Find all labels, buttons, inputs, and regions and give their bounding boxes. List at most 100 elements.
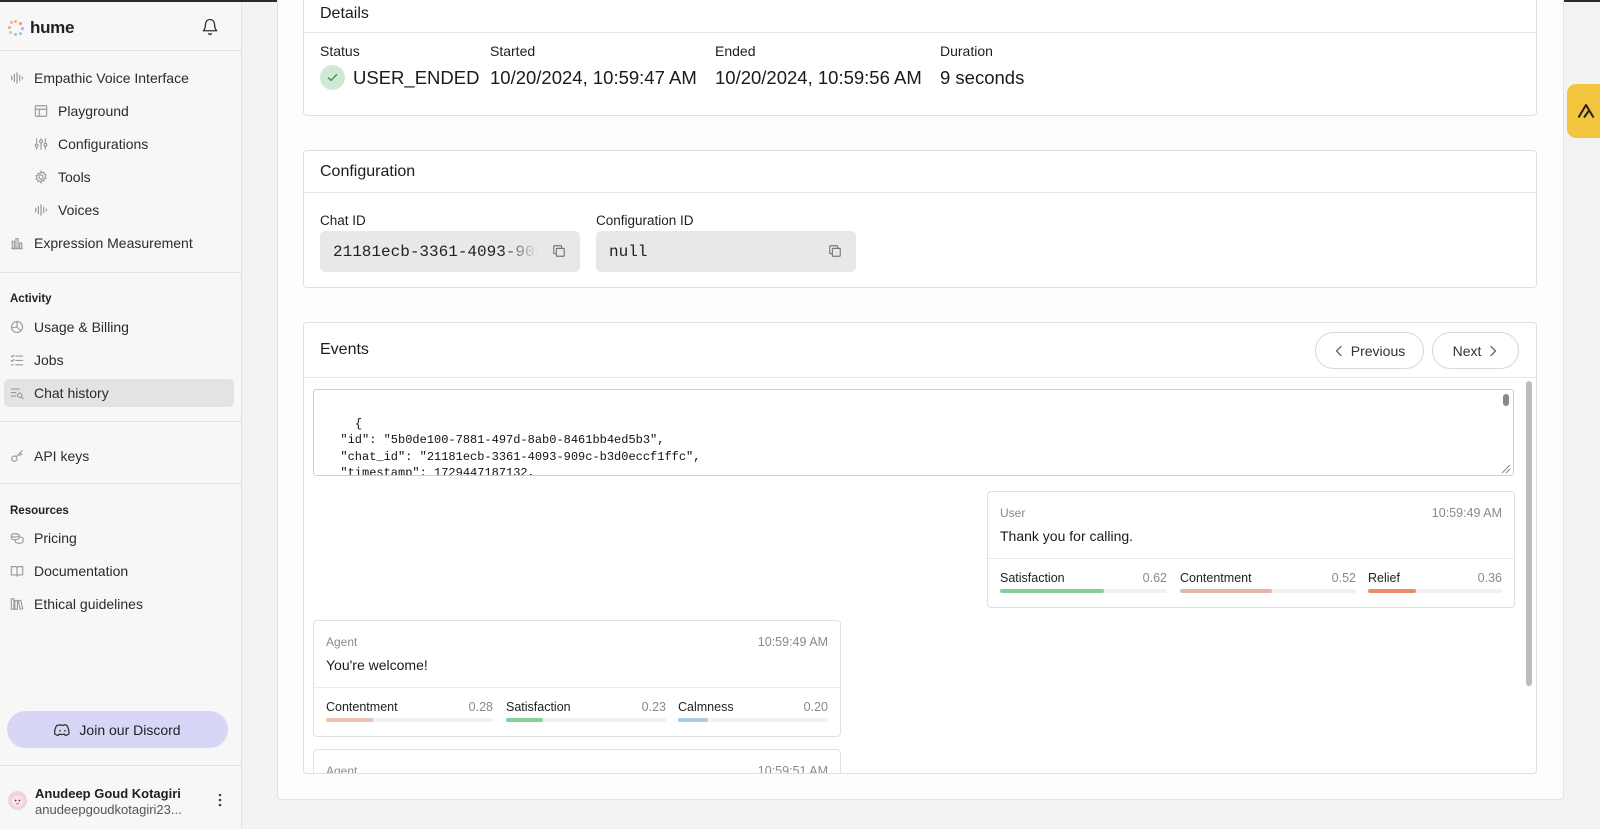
next-label: Next [1452,342,1482,359]
event-json-textarea[interactable]: { "id": "5b0de100-7881-497d-8ab0-8461bb4… [313,389,1514,476]
chat-id-field[interactable]: 21181ecb-3361-4093-909c-b3d0eccf1ffc [320,231,580,272]
config-id-field[interactable]: null [596,231,856,272]
emotion-name: Relief [1368,571,1400,585]
sidebar-divider [0,272,241,273]
emotion-score: Calmness 0.20 [678,700,828,722]
agent-message: Agent 10:59:51 AM [313,749,841,774]
sidebar-item-configurations[interactable]: Configurations [4,130,234,158]
ended-field: Ended 10/20/2024, 10:59:56 AM [715,43,922,90]
message-text: Thank you for calling. [1000,528,1134,544]
bar-chart-icon [9,235,25,251]
sidebar-item-evi[interactable]: Empathic Voice Interface [4,64,234,92]
emotion-value: 0.28 [468,700,493,714]
emotion-score: Contentment 0.28 [326,700,493,722]
sidebar-item-documentation[interactable]: Documentation [4,557,234,585]
brand[interactable]: hume [8,16,74,40]
sidebar-item-label: Pricing [34,530,77,546]
details-panel: Details Status USER_ENDED Started 10/20/… [303,0,1537,116]
message-role: Agent [326,764,358,774]
coins-icon [9,530,25,546]
user-email: anudeepgoudkotagiri23... [35,802,182,817]
assistant-launcher-button[interactable] [1567,84,1600,138]
chevron-left-icon [1335,345,1342,356]
sidebar-item-label: Expression Measurement [34,235,193,251]
agent-message: Agent 10:59:49 AM You're welcome! Conten… [313,620,841,737]
list-check-icon [9,352,25,368]
sidebar-item-expression-measurement[interactable]: Expression Measurement [4,229,234,257]
bell-icon[interactable] [201,18,219,36]
copy-icon[interactable] [552,244,566,258]
details-title: Details [304,0,1536,33]
emotion-bar-fill [1000,589,1104,593]
configuration-title: Configuration [304,151,1536,193]
more-options-icon[interactable] [218,793,222,807]
sidebar-item-label: Ethical guidelines [34,596,143,612]
config-id-value: null [609,242,648,261]
user-message: User 10:59:49 AM Thank you for calling. … [987,491,1515,608]
sidebar-item-label: Playground [58,103,129,119]
emotion-bar-fill [1180,589,1272,593]
user-profile[interactable]: Anudeep Goud Kotagiri anudeepgoudkotagir… [0,765,241,829]
sliders-icon [33,136,49,152]
emotion-name: Contentment [326,700,398,714]
started-field: Started 10/20/2024, 10:59:47 AM [490,43,697,90]
user-name: Anudeep Goud Kotagiri [35,786,181,801]
sidebar-item-label: API keys [34,448,90,464]
pie-chart-icon [9,319,25,335]
sidebar-item-jobs[interactable]: Jobs [4,346,234,374]
avatar [8,791,27,810]
sidebar-item-label: Voices [58,202,100,218]
sidebar-item-api-keys[interactable]: API keys [4,442,234,470]
sidebar-item-chat-history[interactable]: Chat history [4,379,234,407]
sidebar-item-ethical-guidelines[interactable]: Ethical guidelines [4,590,234,618]
sidebar-item-pricing[interactable]: Pricing [4,524,234,552]
emotion-score: Contentment 0.52 [1180,571,1356,593]
resize-handle-icon[interactable] [1499,463,1511,474]
chat-id-value: 21181ecb-3361-4093-909c-b3d0eccf1ffc [333,242,538,261]
started-value: 10/20/2024, 10:59:47 AM [490,66,697,88]
events-panel: Events Previous Next { "id": "5b0de100-7… [303,322,1537,774]
emotion-value: 0.52 [1331,571,1356,585]
textarea-scrollbar[interactable] [1503,394,1509,406]
emotion-score: Relief 0.36 [1368,571,1502,593]
emotion-name: Contentment [1180,571,1252,585]
section-heading-activity: Activity [10,293,52,305]
sidebar-item-label: Documentation [34,563,129,579]
sidebar-item-playground[interactable]: Playground [4,97,234,125]
sidebar-item-tools[interactable]: Tools [4,163,234,191]
sidebar-item-label: Chat history [34,385,109,401]
discord-icon [54,723,71,737]
previous-button[interactable]: Previous [1315,332,1424,369]
sidebar-item-label: Jobs [34,352,64,368]
previous-label: Previous [1350,342,1406,359]
brand-name: hume [30,18,75,37]
chevron-right-icon [1490,345,1497,356]
config-id-label: Configuration ID [596,213,694,228]
search-list-icon [9,385,25,401]
events-scrollbar[interactable] [1526,381,1532,686]
emotion-bar-fill [1368,589,1417,593]
emotion-name: Calmness [678,700,734,714]
message-role: Agent [326,635,358,649]
emotion-value: 0.23 [641,700,666,714]
assistant-logo-icon [1577,104,1595,119]
next-button[interactable]: Next [1432,332,1519,369]
join-discord-button[interactable]: Join our Discord [7,711,228,748]
duration-label: Duration [940,43,993,59]
section-heading-resources: Resources [10,505,69,517]
emotion-bar-fill [678,718,708,722]
copy-icon[interactable] [828,244,842,258]
emotion-value: 0.20 [803,700,828,714]
message-role: User [1000,506,1026,520]
layout-icon [33,103,49,119]
key-icon [9,448,25,464]
duration-value: 9 seconds [940,66,1025,88]
sidebar-item-voices[interactable]: Voices [4,196,234,224]
sidebar-item-usage-billing[interactable]: Usage & Billing [4,313,234,341]
emotion-value: 0.36 [1477,571,1502,585]
ended-label: Ended [715,43,756,59]
message-divider [314,687,840,688]
sidebar-divider [0,483,241,484]
sidebar-item-label: Usage & Billing [34,319,129,335]
sidebar-item-label: Configurations [58,136,149,152]
